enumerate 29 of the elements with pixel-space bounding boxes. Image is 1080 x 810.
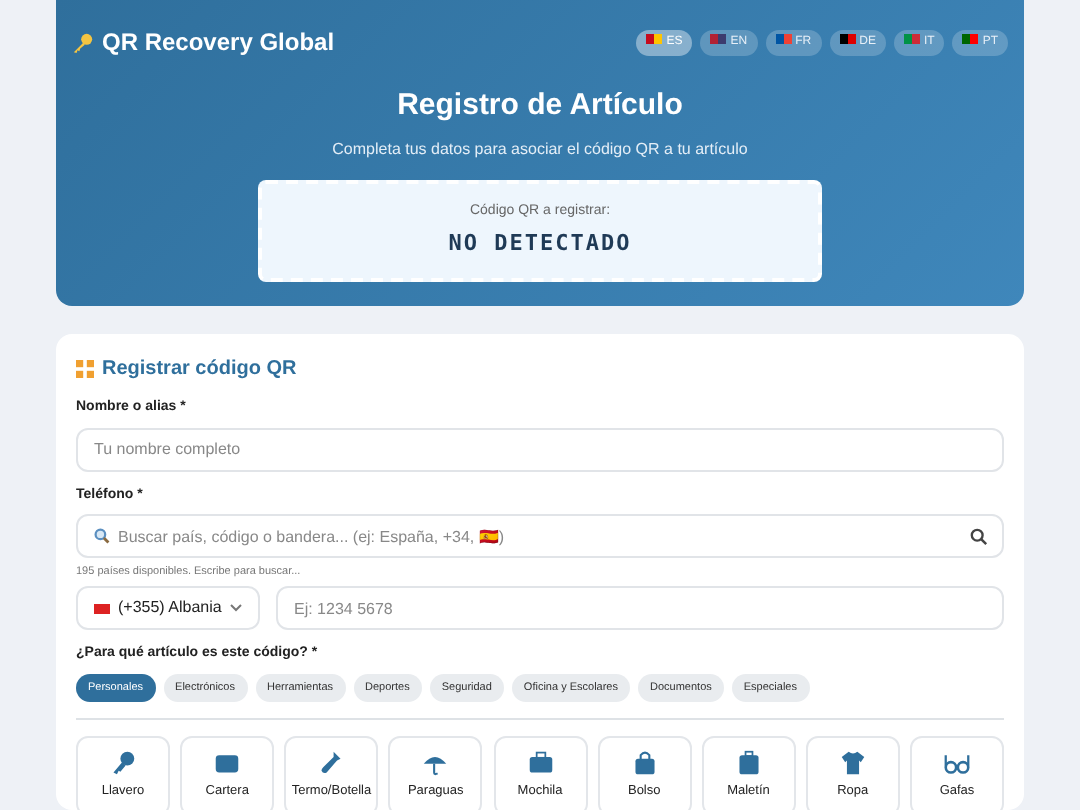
flag-icon <box>646 34 663 45</box>
brand-name: QR Recovery Global <box>102 26 335 60</box>
flag-icon <box>962 34 979 45</box>
bottle-icon <box>318 750 345 776</box>
suitcase-icon <box>735 750 762 776</box>
phone-number-field[interactable]: Ej: 1234 5678 <box>276 586 1004 631</box>
flag-icon <box>775 34 792 45</box>
flag-icon <box>903 34 920 45</box>
search-icon <box>970 528 988 546</box>
magnifier-icon <box>94 528 110 544</box>
bag-icon <box>631 750 658 776</box>
key-icon <box>72 31 94 53</box>
briefcase-icon <box>527 750 553 776</box>
country-select[interactable]: (+355) Albania <box>76 586 260 631</box>
country-search-field[interactable]: Buscar país, código o bandera... (ej: España, +34, 🇪🇸) <box>76 514 1004 558</box>
form-title: Registrar código QR <box>102 356 297 384</box>
name-field[interactable]: Tu nombre completo <box>76 427 1004 471</box>
glasses-icon <box>944 750 970 776</box>
flag-icon <box>710 34 727 45</box>
flag-icon <box>839 34 856 45</box>
grid-icon <box>76 360 94 378</box>
page-title: Registro de Artículo <box>395 86 685 126</box>
wallet-icon <box>214 750 241 776</box>
qr-value: NO DETECTADO <box>446 228 634 260</box>
shirt-icon <box>839 750 866 776</box>
caret-icon <box>230 604 242 613</box>
page-subtitle: Completa tus datos para asociar el código QR a tu artículo <box>330 137 750 161</box>
flag-icon <box>94 603 110 614</box>
key-icon <box>110 750 136 776</box>
